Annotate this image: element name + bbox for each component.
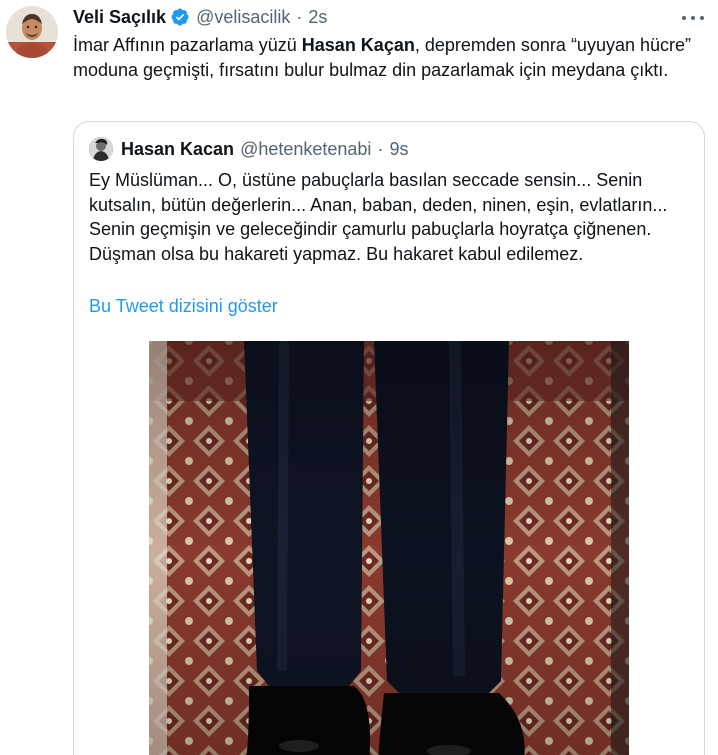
photo-shoes-on-prayer-rug bbox=[149, 341, 629, 755]
quoted-author-name: Hasan Kacan bbox=[121, 138, 235, 159]
more-dot bbox=[691, 16, 695, 20]
tweet-text-part1: İmar Affının pazarlama yüzü bbox=[73, 35, 302, 55]
more-dot bbox=[700, 16, 704, 20]
author-avatar[interactable] bbox=[6, 6, 58, 58]
quoted-tweet-text: Ey Müslüman... O, üstüne pabuçlarla bası… bbox=[89, 170, 668, 264]
more-dot bbox=[682, 16, 686, 20]
quoted-avatar-photo-icon bbox=[89, 137, 113, 161]
tweet-text: İmar Affının pazarlama yüzü Hasan Kaçan,… bbox=[73, 33, 703, 83]
author-handle[interactable]: @velisacilik bbox=[196, 7, 290, 28]
quoted-tweet-time: 9s bbox=[389, 138, 409, 159]
tweet-time[interactable]: 2s bbox=[308, 7, 327, 28]
tweet-header: Veli Saçılık @velisacilik · 2s bbox=[73, 4, 327, 30]
quoted-author-avatar bbox=[89, 137, 113, 161]
quoted-tweet-photo[interactable] bbox=[149, 341, 629, 755]
tweet-text-mention: Hasan Kaçan bbox=[301, 35, 415, 55]
quoted-tweet-header: Hasan Kacan @hetenketenabi · 9s bbox=[89, 136, 408, 162]
quoted-separator-dot: · bbox=[377, 138, 384, 159]
quoted-tweet[interactable]: Hasan Kacan @hetenketenabi · 9s Ey Müslü… bbox=[73, 121, 705, 755]
show-thread-link[interactable]: Bu Tweet dizisini göster bbox=[89, 296, 278, 317]
tweet-card: Veli Saçılık @velisacilik · 2s İmar Affı… bbox=[0, 0, 718, 755]
quoted-author-handle: @hetenketenabi bbox=[240, 138, 372, 159]
author-name[interactable]: Veli Saçılık bbox=[73, 7, 166, 28]
verified-badge-icon bbox=[170, 7, 190, 27]
avatar-photo-icon bbox=[6, 6, 58, 58]
more-options-icon[interactable] bbox=[682, 8, 704, 28]
separator-dot: · bbox=[296, 6, 303, 27]
